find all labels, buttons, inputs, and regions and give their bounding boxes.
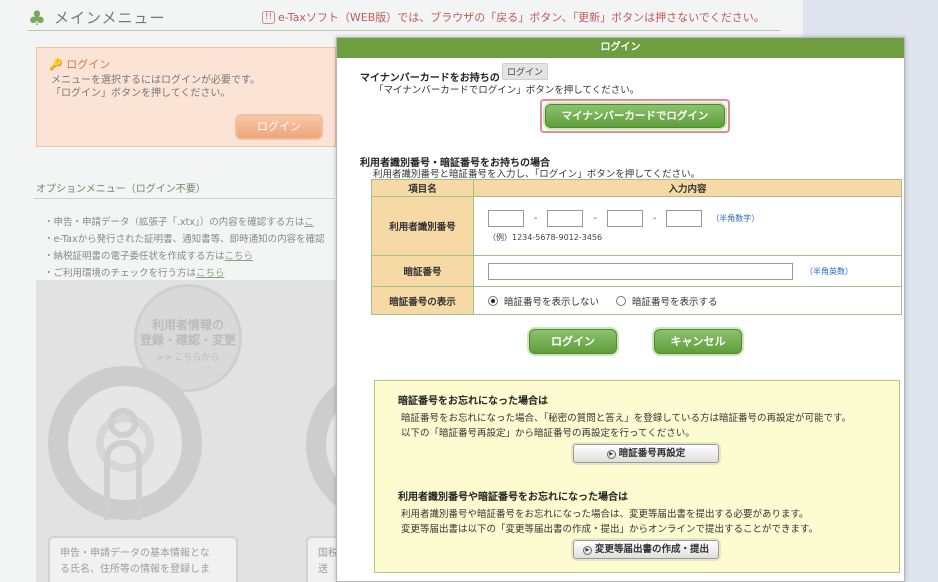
login-panel-title: 🔑 ログイン bbox=[49, 56, 110, 72]
mynumber-button-focus: マイナンバーカードでログイン bbox=[540, 99, 730, 133]
login-button[interactable]: ログイン bbox=[529, 329, 617, 354]
forgot-id-heading: 利用者識別番号や暗証番号をお忘れになった場合は bbox=[398, 492, 628, 503]
forgot-pw-text-1: 暗証番号をお忘れになった場合、「秘密の質問と答え」を登録している方は暗証番号の再… bbox=[401, 413, 852, 424]
option-text: ・申告・申請データ（拡張子「.xtx」）の内容を確認する方は bbox=[44, 217, 305, 228]
tooltip: ログイン bbox=[502, 63, 549, 80]
play-icon: ▶ bbox=[582, 546, 592, 555]
page-header: ♣ メインメニュー bbox=[28, 7, 166, 28]
user-info-line2: 登録・確認・変更 bbox=[140, 333, 237, 347]
radio-hide-label: 暗証番号を表示しない bbox=[504, 296, 600, 308]
warning-text: e-Taxソフト（WEB版）では、ブラウザの「戻る」ボタン、「更新」ボタンは押さ… bbox=[278, 11, 765, 24]
list-item: ・申告・申請データ（拡張子「.xtx」）の内容を確認する方はこ bbox=[44, 214, 325, 231]
cancel-button[interactable]: キャンセル bbox=[654, 329, 742, 354]
user-id-field-1[interactable] bbox=[488, 209, 524, 227]
reset-password-button[interactable]: ▶ 暗証番号再設定 bbox=[573, 444, 719, 463]
col-header-item: 項目名 bbox=[371, 179, 474, 197]
option-text: ・e-Taxから発行された証明書、通知書等、即時通知の内容を確認 bbox=[44, 234, 325, 245]
password-label: 暗証番号 bbox=[371, 255, 474, 287]
menu-tile-line1: 国税 bbox=[318, 548, 338, 559]
change-notification-button[interactable]: ▶ 変更等届出書の作成・提出 bbox=[573, 540, 719, 559]
play-icon: ▶ bbox=[606, 450, 616, 459]
list-item: ・e-Taxから発行された証明書、通知書等、即時通知の内容を確認 bbox=[44, 231, 325, 248]
option-link[interactable]: こちら bbox=[196, 268, 225, 279]
background-login-button[interactable]: ログイン bbox=[235, 114, 323, 140]
password-hint: （半角英数） bbox=[805, 266, 854, 276]
options-divider bbox=[34, 198, 334, 199]
login-panel-line1: メニューを選択するにはログインが必要です。 bbox=[51, 75, 260, 86]
user-id-field-4[interactable] bbox=[666, 209, 703, 227]
option-link[interactable]: こ bbox=[304, 217, 314, 228]
clover-icon: ♣ bbox=[28, 5, 46, 30]
user-id-field-2[interactable] bbox=[547, 209, 584, 227]
header-divider bbox=[28, 30, 780, 31]
login-panel-title-text: ログイン bbox=[66, 58, 111, 71]
col-header-input: 入力内容 bbox=[473, 179, 902, 197]
option-text: ・ご利用環境のチェックを行う方は bbox=[44, 268, 197, 279]
password-display-label: 暗証番号の表示 bbox=[371, 286, 474, 315]
menu-tile-line2: る氏名、住所等の情報を登録しま bbox=[60, 564, 210, 575]
login-panel-line2: 「ログイン」ボタンを押してください。 bbox=[51, 88, 231, 99]
user-info-line1: 利用者情報の bbox=[151, 318, 224, 332]
person-icon-body bbox=[104, 440, 142, 520]
mynumber-instruction: 「マイナンバーカードでログイン」ボタンを押してください。 bbox=[374, 85, 640, 96]
user-id-hint: （半角数字） bbox=[711, 213, 760, 223]
radio-show-password[interactable] bbox=[616, 295, 627, 306]
login-form-table: 項目名 入力内容 利用者識別番号 - - - （半角数字） （例）1234-56… bbox=[371, 179, 902, 315]
login-dialog: ログイン マイナンバーカードをお持ちの ログイン 「マイナンバーカードでログイン… bbox=[336, 37, 905, 582]
browser-warning: !! e-Taxソフト（WEB版）では、ブラウザの「戻る」ボタン、「更新」ボタン… bbox=[262, 9, 765, 25]
dialog-title: ログイン bbox=[337, 38, 904, 58]
reset-password-label: 暗証番号再設定 bbox=[618, 448, 686, 459]
forgot-id-text-1: 利用者識別番号や暗証番号をお忘れになった場合は、変更等届出書を提出する必要があり… bbox=[401, 509, 809, 520]
forgot-pw-text-2: 以下の「暗証番号再設定」から暗証番号の再設定を行ってください。 bbox=[401, 428, 695, 439]
user-id-field-3[interactable] bbox=[606, 209, 643, 227]
user-info-label: 利用者情報の 登録・確認・変更 bbox=[140, 318, 236, 348]
key-icon: 🔑 bbox=[49, 58, 67, 71]
menu-tile-text-partial: 国税 送 bbox=[318, 546, 338, 578]
user-id-example: （例）1234-5678-9012-3456 bbox=[488, 232, 603, 242]
list-item: ・納税証明書の電子委任状を作成する方はこちら bbox=[44, 248, 325, 265]
option-link[interactable]: こちら bbox=[225, 251, 254, 262]
dash: - bbox=[534, 212, 538, 224]
dash: - bbox=[593, 212, 597, 224]
forgot-id-text-2: 変更等届出書は以下の「変更等届出書の作成・提出」からオンラインで提出することがで… bbox=[401, 524, 819, 535]
options-title: オプションメニュー（ログイン不要） bbox=[36, 184, 206, 195]
option-text: ・納税証明書の電子委任状を作成する方は bbox=[44, 251, 225, 262]
id-section-instruction: 利用者識別番号と暗証番号を入力し、「ログイン」ボタンを押してください。 bbox=[373, 169, 701, 180]
options-list: ・申告・申請データ（拡張子「.xtx」）の内容を確認する方はこ ・e-Taxから… bbox=[44, 214, 325, 282]
menu-tile-line1: 申告・申請データの基本情報とな bbox=[60, 548, 210, 559]
user-id-fields: - - - （半角数字） bbox=[488, 209, 901, 227]
change-notification-label: 変更等届出書の作成・提出 bbox=[594, 544, 709, 555]
forgot-pw-heading: 暗証番号をお忘れになった場合は bbox=[398, 396, 548, 407]
radio-hide-password[interactable] bbox=[488, 295, 498, 306]
person-icon-head bbox=[108, 408, 138, 438]
login-panel: 🔑 ログイン メニューを選択するにはログインが必要です。 「ログイン」ボタンを押… bbox=[36, 47, 336, 147]
menu-tile-line2: 送 bbox=[318, 564, 328, 575]
login-panel-text: メニューを選択するにはログインが必要です。 「ログイン」ボタンを押してください。 bbox=[51, 74, 260, 100]
user-info-sub: >> こちらから bbox=[156, 353, 220, 363]
forgot-info-box: 暗証番号をお忘れになった場合は 暗証番号をお忘れになった場合、「秘密の質問と答え… bbox=[374, 380, 900, 573]
menu-tile-text: 申告・申請データの基本情報とな る氏名、住所等の情報を登録しま bbox=[60, 546, 210, 578]
page-title: メインメニュー bbox=[53, 9, 166, 27]
radio-show-label: 暗証番号を表示する bbox=[632, 296, 718, 308]
mynumber-login-button[interactable]: マイナンバーカードでログイン bbox=[545, 104, 725, 128]
password-field[interactable] bbox=[488, 262, 793, 280]
dash: - bbox=[652, 212, 657, 224]
warning-icon: !! bbox=[262, 10, 275, 24]
user-id-label: 利用者識別番号 bbox=[371, 196, 474, 256]
